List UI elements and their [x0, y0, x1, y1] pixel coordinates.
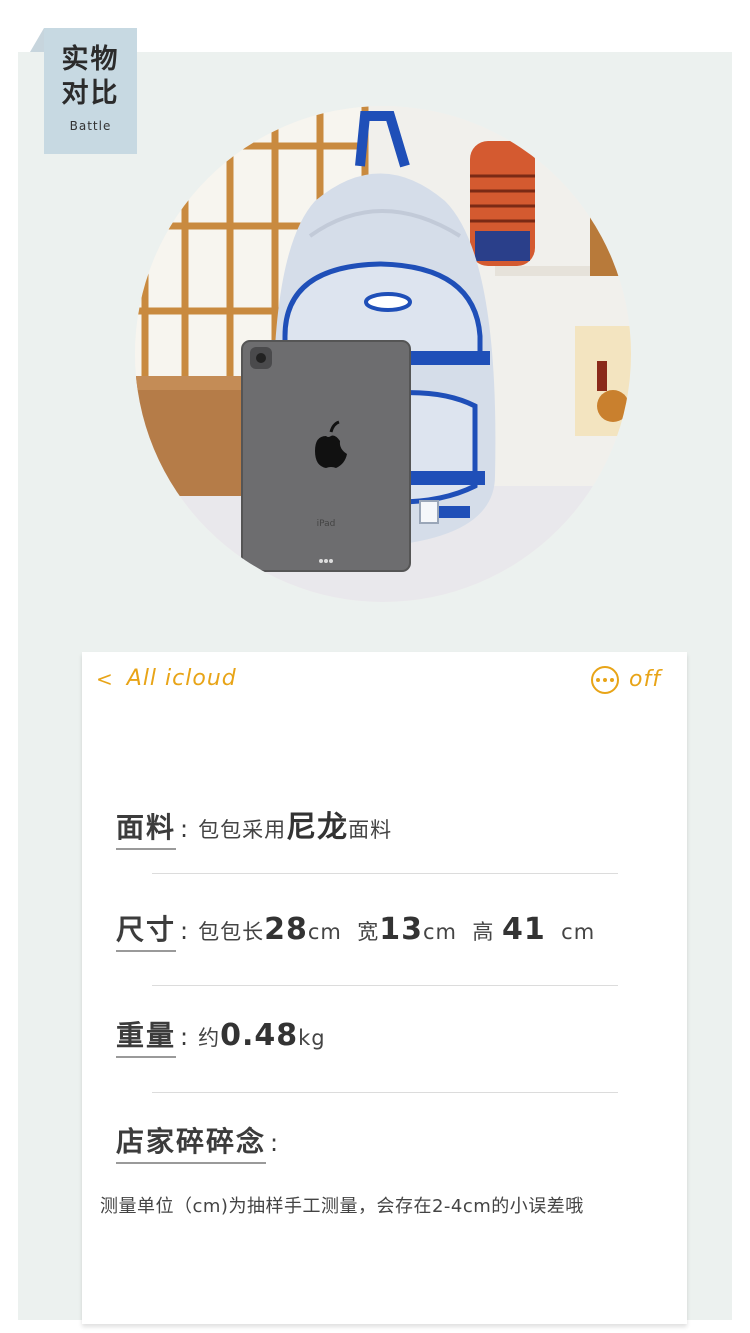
tag-title-line1: 实物 [61, 44, 120, 75]
spec-note-text: 测量单位（cm)为抽样手工测量，会存在2-4cm的小误差哦 [100, 1196, 584, 1217]
back-button[interactable]: < All icloud [96, 666, 237, 692]
tag-title-line2: 对比 [61, 78, 120, 109]
spec-colon: : [180, 815, 189, 843]
tag-fold [30, 28, 44, 52]
spec-colon: : [270, 1129, 279, 1157]
spec-label-material: 面料 [116, 806, 177, 850]
header-actions: off [591, 666, 661, 694]
spec-value-size: 包包长28cm 宽13cm 高 41 cm [198, 912, 596, 947]
svg-text:iPad: iPad [317, 519, 336, 529]
divider [152, 1092, 618, 1093]
spec-value-material: 包包采用尼龙面料 [198, 810, 393, 845]
backpack-tablet-illustration: iPad [135, 106, 631, 602]
divider [152, 873, 618, 874]
tag-subtitle: Battle [69, 119, 112, 133]
spec-label-weight: 重量 [116, 1014, 177, 1058]
tag-title: 实物 对比 [44, 43, 137, 111]
spec-size: 尺寸 : 包包长28cm 宽13cm 高 41 cm [116, 908, 595, 952]
spec-value-weight: 约0.48kg [198, 1018, 326, 1053]
spec-material: 面料 : 包包采用尼龙面料 [116, 802, 392, 850]
spec-colon: : [180, 917, 189, 945]
card-header: < All icloud off [96, 666, 661, 694]
off-button[interactable]: off [629, 667, 661, 693]
chevron-left-icon: < [96, 667, 113, 691]
back-label: All icloud [126, 666, 237, 691]
spec-weight: 重量 : 约0.48kg [116, 1014, 326, 1058]
spec-colon: : [180, 1023, 189, 1051]
spec-note: 店家碎碎念 : [116, 1120, 288, 1164]
note-card: < All icloud off 面料 : 包包采用尼龙面料 尺寸 : 包包长2… [82, 652, 687, 1324]
more-icon[interactable] [591, 666, 620, 694]
section-tag: 实物 对比 Battle [44, 28, 137, 154]
spec-label-note: 店家碎碎念 [116, 1120, 267, 1164]
product-photo: iPad [135, 106, 631, 602]
spec-label-size: 尺寸 [116, 908, 177, 952]
divider [152, 985, 618, 986]
